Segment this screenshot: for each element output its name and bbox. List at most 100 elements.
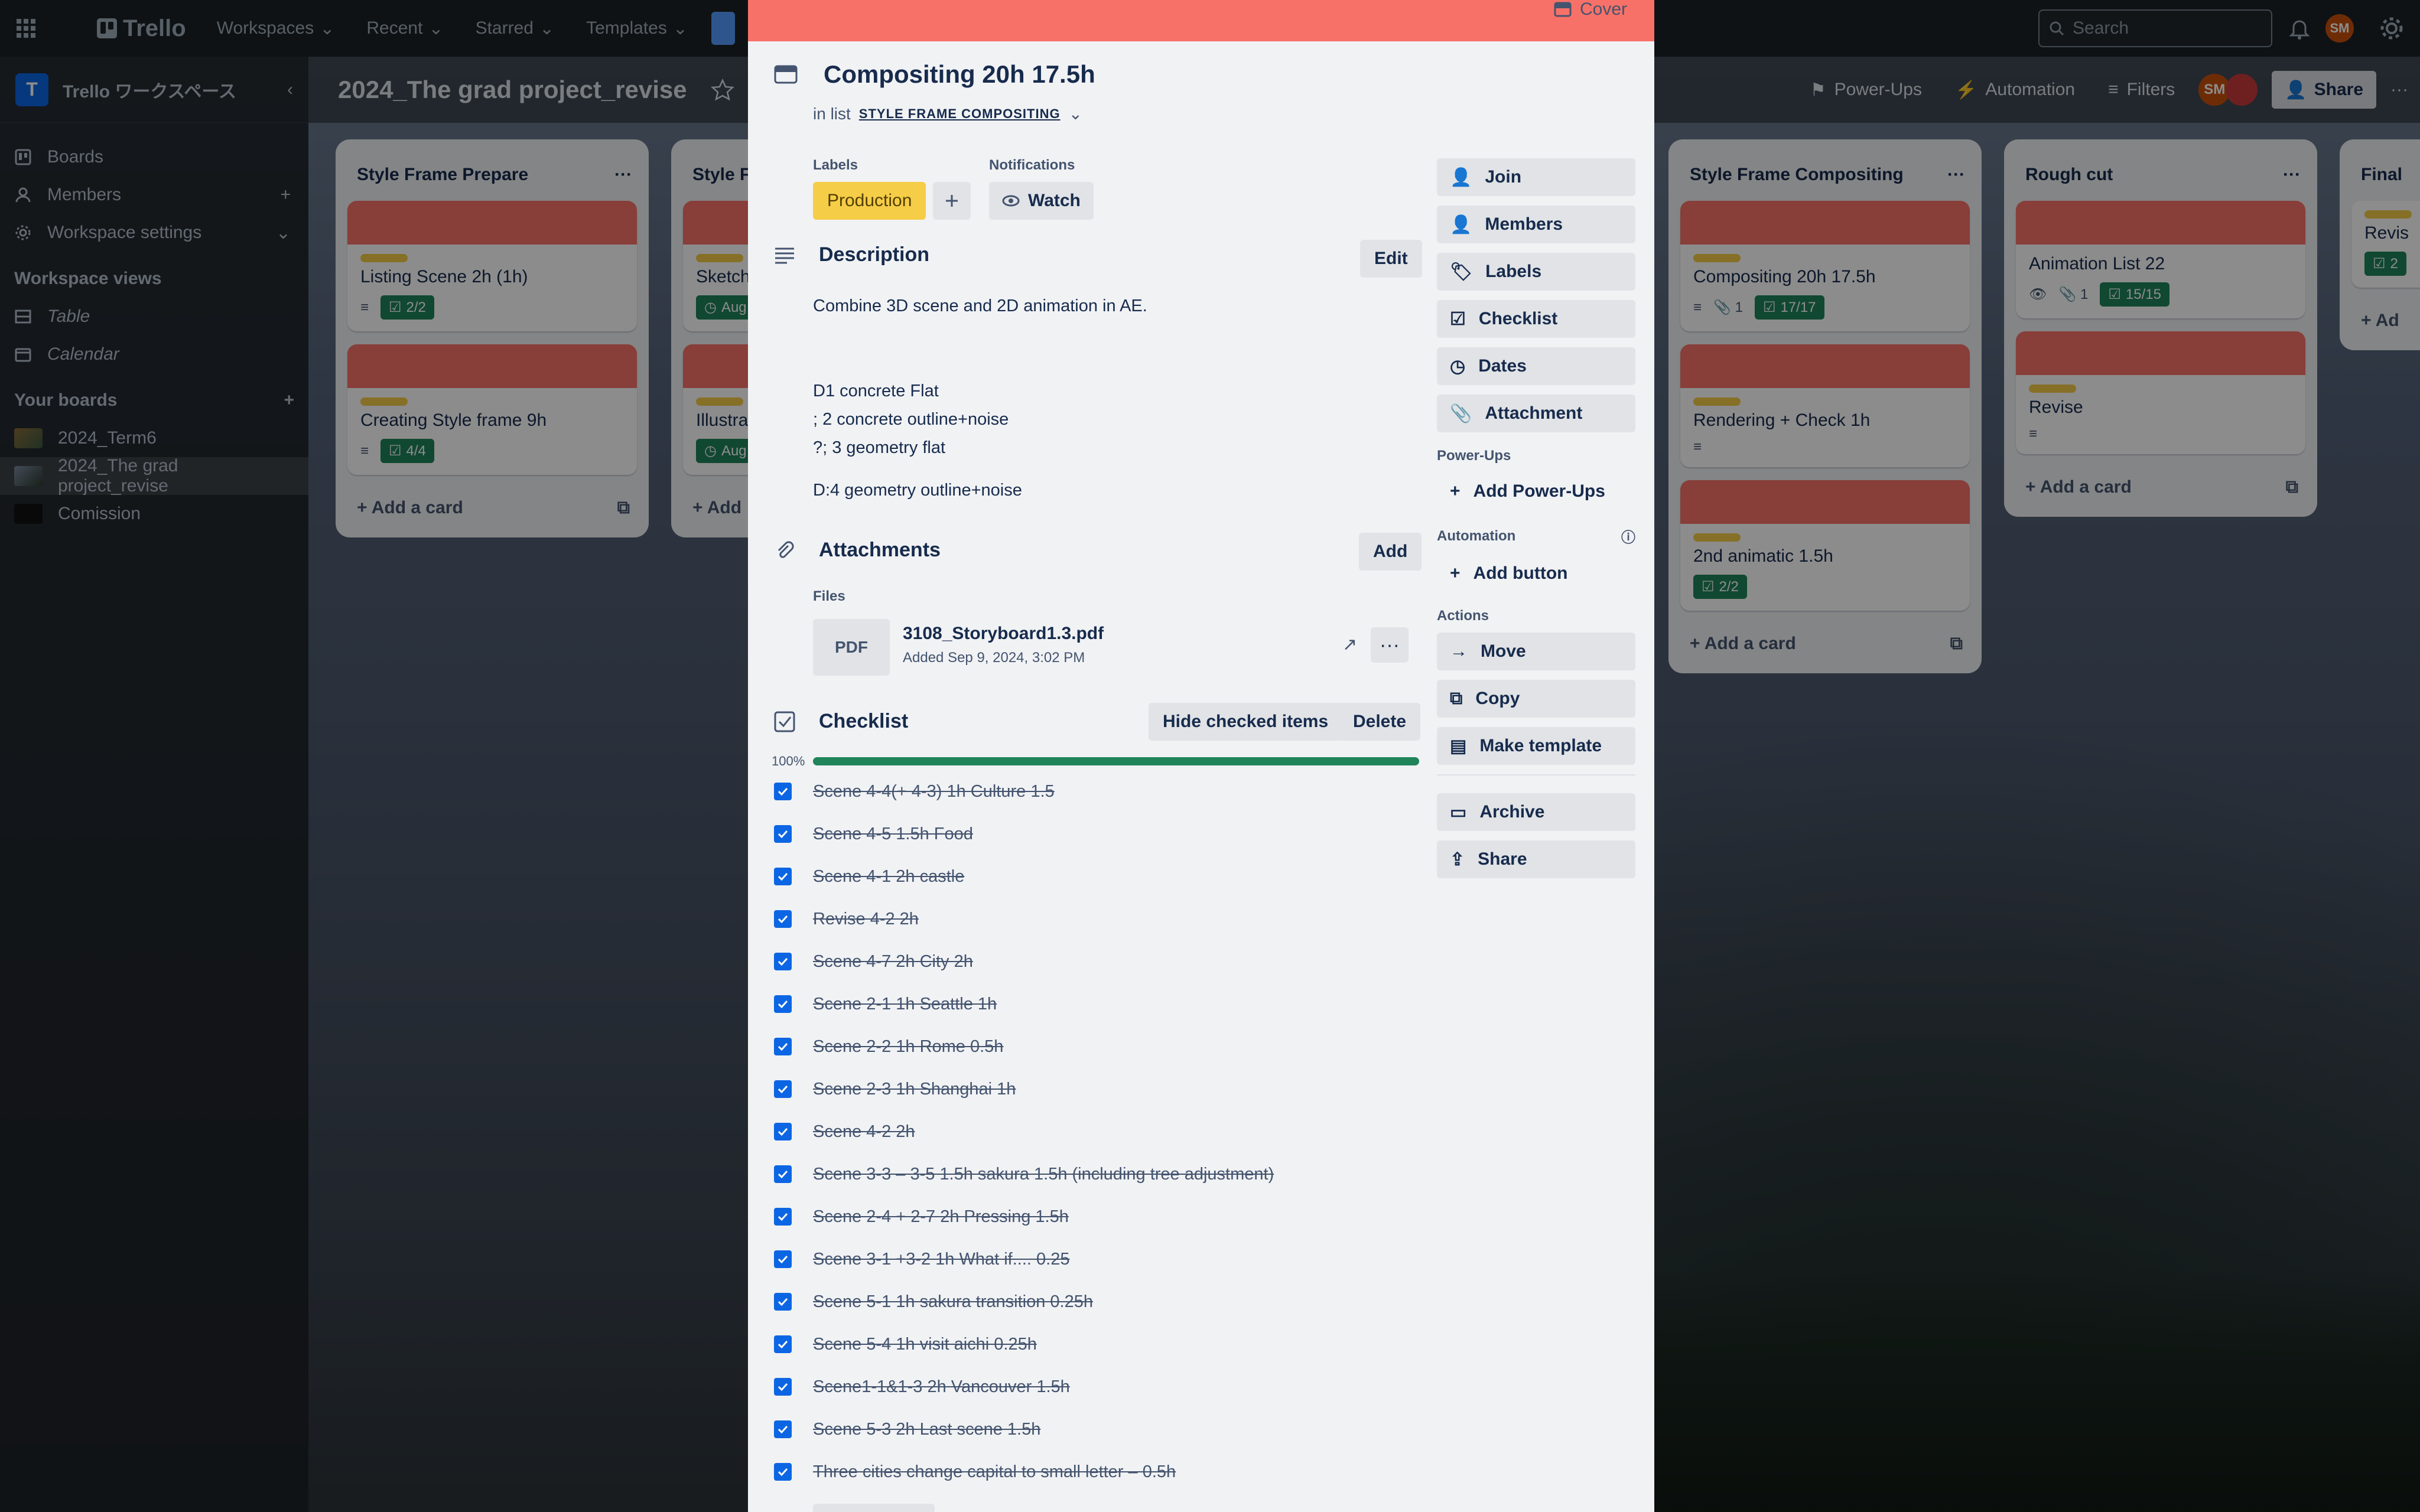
checkbox-checked-icon[interactable] [774, 783, 792, 800]
checklist-item-text[interactable]: Scene 4-5 1.5h Food [813, 825, 973, 844]
checkbox-checked-icon[interactable] [774, 1250, 792, 1268]
dates-button[interactable]: ◷ Dates [1437, 347, 1635, 385]
description-line [813, 320, 1147, 348]
attachment-button[interactable]: 📎 Attachment [1437, 395, 1635, 432]
checklist-item-text[interactable]: Scene 4-2 2h [813, 1122, 915, 1142]
checklist-item-text[interactable]: Scene 3-1 +3-2 1h What if.... 0.25 [813, 1250, 1069, 1269]
archive-button[interactable]: ▭ Archive [1437, 793, 1635, 831]
checkbox-checked-icon[interactable] [774, 910, 792, 928]
checkbox-checked-icon[interactable] [774, 1420, 792, 1438]
checklist-item[interactable]: Scene 5-3 2h Last scene 1.5h [774, 1408, 1424, 1451]
checklist-progress-fill [813, 757, 1419, 765]
move-button[interactable]: → Move [1437, 633, 1635, 670]
label-production[interactable]: Production [813, 182, 926, 220]
checklist-item-text[interactable]: Scene 2-1 1h Seattle 1h [813, 995, 997, 1014]
button-label: Make template [1479, 736, 1602, 755]
checklist-item[interactable]: Scene 4-7 2h City 2h [774, 940, 1424, 983]
checkbox-checked-icon[interactable] [774, 1463, 792, 1481]
checklist-item-text[interactable]: Scene 5-3 2h Last scene 1.5h [813, 1420, 1040, 1439]
cover-button[interactable]: Cover [1554, 0, 1627, 28]
members-button[interactable]: 👤 Members [1437, 206, 1635, 243]
checklist-item[interactable]: Scene 2-3 1h Shanghai 1h [774, 1068, 1424, 1110]
add-button-button[interactable]: + Add button [1437, 555, 1635, 592]
checklist-item-text[interactable]: Revise 4-2 2h [813, 910, 919, 929]
checklist-button[interactable]: ☑ Checklist [1437, 300, 1635, 338]
description-icon [774, 246, 795, 264]
labels-heading: Labels [813, 157, 858, 173]
checklist-item[interactable]: Scene 5-1 1h sakura transition 0.25h [774, 1280, 1424, 1323]
watch-button[interactable]: Watch [989, 182, 1094, 220]
checklist-item[interactable]: Scene 2-4 + 2-7 2h Pressing 1.5h [774, 1195, 1424, 1238]
share-card-button[interactable]: ⇪ Share [1437, 840, 1635, 878]
chevron-down-icon[interactable]: ⌄ [1069, 104, 1082, 123]
checkbox-checked-icon[interactable] [774, 825, 792, 843]
button-label: Watch [1028, 191, 1081, 210]
info-icon[interactable]: ⓘ [1621, 526, 1635, 546]
button-label: Hide checked items [1163, 712, 1329, 731]
checkbox-checked-icon[interactable] [774, 1335, 792, 1353]
make-template-button[interactable]: ▤ Make template [1437, 727, 1635, 765]
labels-button[interactable]: 🏷 Labels [1437, 253, 1635, 291]
person-icon: 👤 [1450, 214, 1472, 234]
checklist-item-text[interactable]: Three cities change capital to small let… [813, 1462, 1176, 1482]
checklist-item-text[interactable]: Scene 2-4 + 2-7 2h Pressing 1.5h [813, 1207, 1069, 1227]
copy-icon: ⧉ [1450, 689, 1463, 708]
checklist-item-text[interactable]: Scene 4-1 2h castle [813, 867, 964, 887]
join-button[interactable]: 👤 Join [1437, 158, 1635, 196]
checklist-item-text[interactable]: Scene1-1&1-3 2h Vancouver 1.5h [813, 1377, 1070, 1397]
checkbox-checked-icon[interactable] [774, 1165, 792, 1183]
checklist-item[interactable]: Three cities change capital to small let… [774, 1451, 1424, 1493]
checklist-item-text[interactable]: Scene 4-4(+ 4-3) 1h Culture 1.5 [813, 782, 1055, 801]
checkbox-checked-icon[interactable] [774, 1080, 792, 1098]
actions-heading: Actions [1437, 608, 1635, 624]
hide-checked-items-button[interactable]: Hide checked items [1149, 703, 1343, 741]
attachment-more-button[interactable]: ··· [1371, 627, 1409, 663]
checklist-item[interactable]: Scene 2-1 1h Seattle 1h [774, 983, 1424, 1025]
checklist-item[interactable]: Scene 3-3 – 3-5 1.5h sakura 1.5h (includ… [774, 1153, 1424, 1195]
checklist-item[interactable]: Scene1-1&1-3 2h Vancouver 1.5h [774, 1366, 1424, 1408]
checklist-item-text[interactable]: Scene 2-3 1h Shanghai 1h [813, 1080, 1016, 1099]
card-actions-sidebar: 👤 Join 👤 Members 🏷 Labels ☑ Checklist ◷ Dates… [1437, 158, 1635, 888]
checklist-item-text[interactable]: Scene 5-4 1h visit aichi 0.25h [813, 1335, 1037, 1354]
section-title: Description [819, 243, 930, 266]
description-header: Description [774, 243, 929, 266]
checklist-item[interactable]: Scene 4-1 2h castle [774, 855, 1424, 898]
card-title[interactable]: Compositing 20h 17.5h [824, 60, 1095, 89]
checkbox-checked-icon[interactable] [774, 1038, 792, 1055]
card-title-row: Compositing 20h 17.5h [774, 60, 1095, 89]
checklist-item-text[interactable]: Scene 3-3 – 3-5 1.5h sakura 1.5h (includ… [813, 1165, 1274, 1184]
checklist-item[interactable]: Scene 4-2 2h [774, 1110, 1424, 1153]
checklist-item[interactable]: Scene 3-1 +3-2 1h What if.... 0.25 [774, 1238, 1424, 1280]
checkbox-checked-icon[interactable] [774, 868, 792, 885]
archive-icon: ▭ [1450, 802, 1467, 822]
checklist-item[interactable]: Scene 5-4 1h visit aichi 0.25h [774, 1323, 1424, 1366]
checklist-item[interactable]: Scene 4-4(+ 4-3) 1h Culture 1.5 [774, 770, 1424, 813]
edit-description-button[interactable]: Edit [1360, 240, 1422, 278]
checklist-item[interactable]: Revise 4-2 2h [774, 898, 1424, 940]
copy-button[interactable]: ⧉ Copy [1437, 680, 1635, 718]
checklist-item[interactable]: Scene 2-2 1h Rome 0.5h [774, 1025, 1424, 1068]
checklist-item[interactable]: Scene 4-5 1.5h Food [774, 813, 1424, 855]
checkbox-checked-icon[interactable] [774, 1293, 792, 1311]
checklist-item-text[interactable]: Scene 4-7 2h City 2h [813, 952, 973, 972]
checkbox-checked-icon[interactable] [774, 1123, 792, 1140]
pdf-file-thumbnail[interactable]: PDF [813, 619, 890, 676]
description-text[interactable]: Combine 3D scene and 2D animation in AE.… [813, 292, 1147, 504]
add-checklist-item-button[interactable] [813, 1504, 935, 1512]
in-list-prefix: in list [813, 104, 851, 123]
add-attachment-button[interactable]: Add [1359, 533, 1422, 571]
open-external-icon[interactable]: ↗ [1342, 634, 1357, 655]
delete-checklist-button[interactable]: Delete [1339, 703, 1421, 741]
checkbox-checked-icon[interactable] [774, 1208, 792, 1226]
add-label-button[interactable] [933, 182, 971, 220]
list-name-link[interactable]: STYLE FRAME COMPOSITING [859, 106, 1061, 122]
attachment-file-name[interactable]: 3108_Storyboard1.3.pdf [903, 624, 1104, 644]
checkbox-checked-icon[interactable] [774, 953, 792, 970]
description-line: D1 concrete Flat [813, 382, 939, 400]
add-power-ups-button[interactable]: + Add Power-Ups [1437, 472, 1635, 510]
template-icon: ▤ [1450, 736, 1467, 756]
checkbox-checked-icon[interactable] [774, 1378, 792, 1396]
checkbox-checked-icon[interactable] [774, 995, 792, 1013]
checklist-item-text[interactable]: Scene 2-2 1h Rome 0.5h [813, 1037, 1003, 1057]
checklist-item-text[interactable]: Scene 5-1 1h sakura transition 0.25h [813, 1292, 1093, 1312]
